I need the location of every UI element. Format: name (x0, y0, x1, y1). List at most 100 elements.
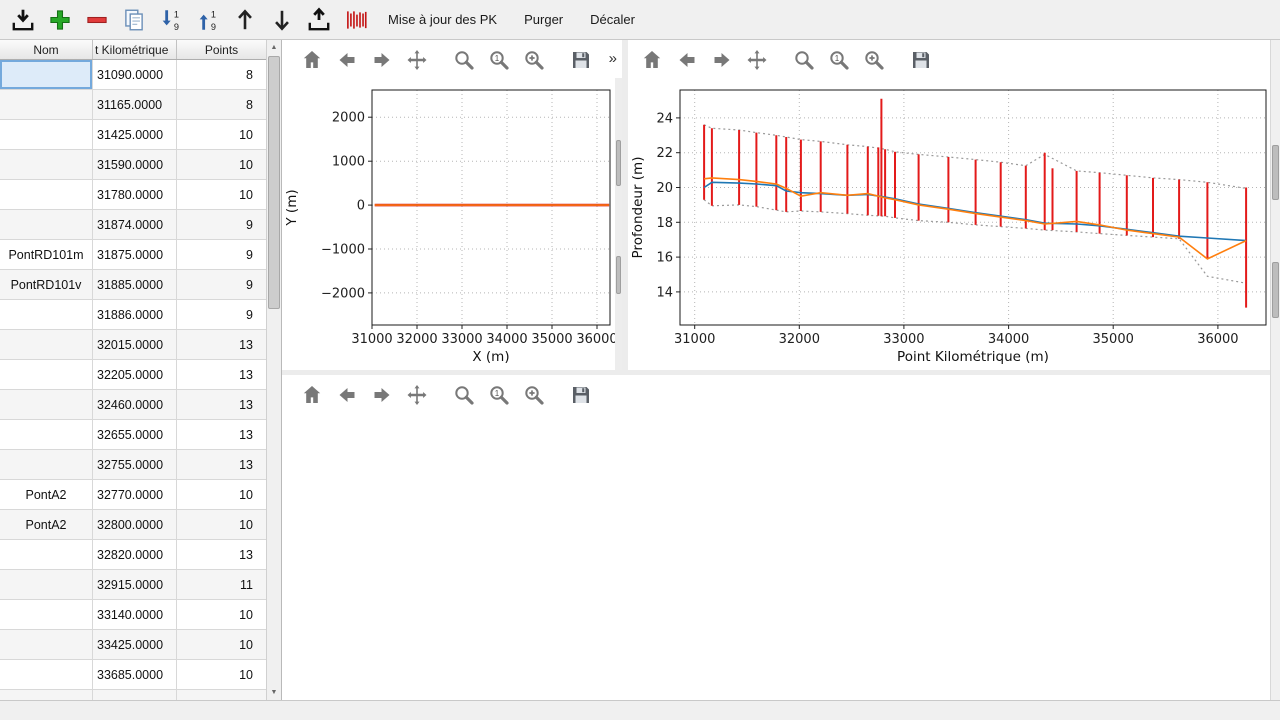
cell-pk[interactable]: 32915.0000 (93, 570, 177, 600)
update-pk-button[interactable]: Mise à jour des PK (378, 5, 507, 35)
pan-button[interactable] (403, 46, 431, 74)
cell-nom[interactable] (0, 660, 93, 690)
table-scrollbar[interactable]: ▲ ▼ (266, 40, 281, 700)
cell-nom[interactable] (0, 630, 93, 660)
cell-points[interactable]: 10 (177, 120, 267, 150)
zoom-button[interactable] (450, 46, 478, 74)
cell-pk[interactable]: 31875.0000 (93, 240, 177, 270)
cell-nom[interactable] (0, 690, 93, 700)
cell-pk[interactable]: 32205.0000 (93, 360, 177, 390)
cell-nom[interactable]: PontRD101v (0, 270, 93, 300)
cell-nom[interactable] (0, 120, 93, 150)
zoom-one-button[interactable]: 1 (485, 46, 513, 74)
cell-points[interactable]: 10 (177, 660, 267, 690)
table-scrollbar-thumb[interactable] (268, 56, 280, 309)
back-button[interactable] (673, 46, 701, 74)
save-button[interactable] (907, 46, 935, 74)
selected-cell[interactable] (0, 60, 93, 90)
cell-nom[interactable]: PontA2 (0, 480, 93, 510)
cell-pk[interactable]: 31165.0000 (93, 90, 177, 120)
cell-points[interactable]: 10 (177, 630, 267, 660)
zoom-one-button[interactable]: 1 (825, 46, 853, 74)
cell-points[interactable]: 13 (177, 360, 267, 390)
home-button[interactable] (298, 381, 326, 409)
plan-panel-scrollbar-thumb[interactable] (616, 256, 621, 294)
cell-nom[interactable]: PontRD101m (0, 240, 93, 270)
cell-nom[interactable] (0, 180, 93, 210)
plot-area-scrollbar-thumb[interactable] (1272, 145, 1279, 200)
column-header-nom[interactable]: Nom (0, 40, 93, 59)
cell-points[interactable] (177, 690, 267, 700)
cell-pk[interactable]: 33685.0000 (93, 660, 177, 690)
cell-points[interactable]: 10 (177, 600, 267, 630)
sort-ascending-button[interactable]: 19 (193, 5, 223, 35)
scroll-up-arrow-icon[interactable]: ▲ (267, 40, 281, 55)
home-button[interactable] (638, 46, 666, 74)
cell-pk[interactable] (93, 690, 177, 700)
cell-points[interactable]: 13 (177, 450, 267, 480)
cell-pk[interactable]: 31425.0000 (93, 120, 177, 150)
zoom-plus-button[interactable] (520, 46, 548, 74)
forward-button[interactable] (368, 46, 396, 74)
cell-nom[interactable]: PontA2 (0, 510, 93, 540)
save-button[interactable] (567, 46, 595, 74)
cell-pk[interactable]: 32770.0000 (93, 480, 177, 510)
sort-descending-button[interactable]: 19 (156, 5, 186, 35)
add-section-button[interactable] (45, 5, 75, 35)
cell-pk[interactable]: 31886.0000 (93, 300, 177, 330)
export-sections-button[interactable] (304, 5, 334, 35)
cell-points[interactable]: 13 (177, 540, 267, 570)
edit-section-button[interactable] (119, 5, 149, 35)
cell-nom[interactable] (0, 150, 93, 180)
cell-points[interactable]: 9 (177, 300, 267, 330)
cell-pk[interactable]: 32015.0000 (93, 330, 177, 360)
cell-pk[interactable]: 32755.0000 (93, 450, 177, 480)
zoom-plus-button[interactable] (520, 381, 548, 409)
save-button[interactable] (567, 381, 595, 409)
cell-points[interactable]: 13 (177, 390, 267, 420)
zoom-plus-button[interactable] (860, 46, 888, 74)
zoom-one-button[interactable]: 1 (485, 381, 513, 409)
scroll-down-arrow-icon[interactable]: ▼ (267, 685, 281, 700)
cell-points[interactable]: 9 (177, 270, 267, 300)
remove-section-button[interactable] (82, 5, 112, 35)
plan-panel-scrollbar[interactable] (615, 78, 622, 370)
cell-pk[interactable]: 32460.0000 (93, 390, 177, 420)
cell-nom[interactable] (0, 90, 93, 120)
cell-nom[interactable] (0, 210, 93, 240)
cell-nom[interactable] (0, 330, 93, 360)
back-button[interactable] (333, 381, 361, 409)
zoom-button[interactable] (450, 381, 478, 409)
forward-button[interactable] (368, 381, 396, 409)
plot-area-scrollbar[interactable] (1270, 40, 1280, 700)
zoom-button[interactable] (790, 46, 818, 74)
cell-nom[interactable] (0, 360, 93, 390)
cell-pk[interactable]: 33425.0000 (93, 630, 177, 660)
column-header-point-kilometrique[interactable]: t Kilométrique (93, 40, 177, 59)
cell-nom[interactable] (0, 300, 93, 330)
cell-points[interactable]: 10 (177, 510, 267, 540)
plot-area-scrollbar-thumb[interactable] (1272, 262, 1279, 318)
cell-nom[interactable] (0, 540, 93, 570)
cell-points[interactable]: 8 (177, 90, 267, 120)
plan-panel-scrollbar-thumb[interactable] (616, 140, 621, 186)
cell-pk[interactable]: 31874.0000 (93, 210, 177, 240)
cell-points[interactable]: 10 (177, 150, 267, 180)
cell-points[interactable]: 13 (177, 330, 267, 360)
move-up-button[interactable] (230, 5, 260, 35)
column-header-points[interactable]: Points (177, 40, 267, 59)
import-sections-button[interactable] (8, 5, 38, 35)
cell-pk[interactable]: 32800.0000 (93, 510, 177, 540)
cell-points[interactable]: 10 (177, 480, 267, 510)
cell-points[interactable]: 10 (177, 180, 267, 210)
cell-pk[interactable]: 31590.0000 (93, 150, 177, 180)
cell-pk[interactable]: 31090.0000 (93, 60, 177, 90)
cell-points[interactable]: 11 (177, 570, 267, 600)
cell-nom[interactable] (0, 390, 93, 420)
cell-pk[interactable]: 31780.0000 (93, 180, 177, 210)
cell-nom[interactable] (0, 450, 93, 480)
toolbar-overflow-button[interactable]: » (609, 51, 617, 66)
purge-button[interactable]: Purger (514, 5, 573, 35)
cell-pk[interactable]: 31885.0000 (93, 270, 177, 300)
pan-button[interactable] (743, 46, 771, 74)
